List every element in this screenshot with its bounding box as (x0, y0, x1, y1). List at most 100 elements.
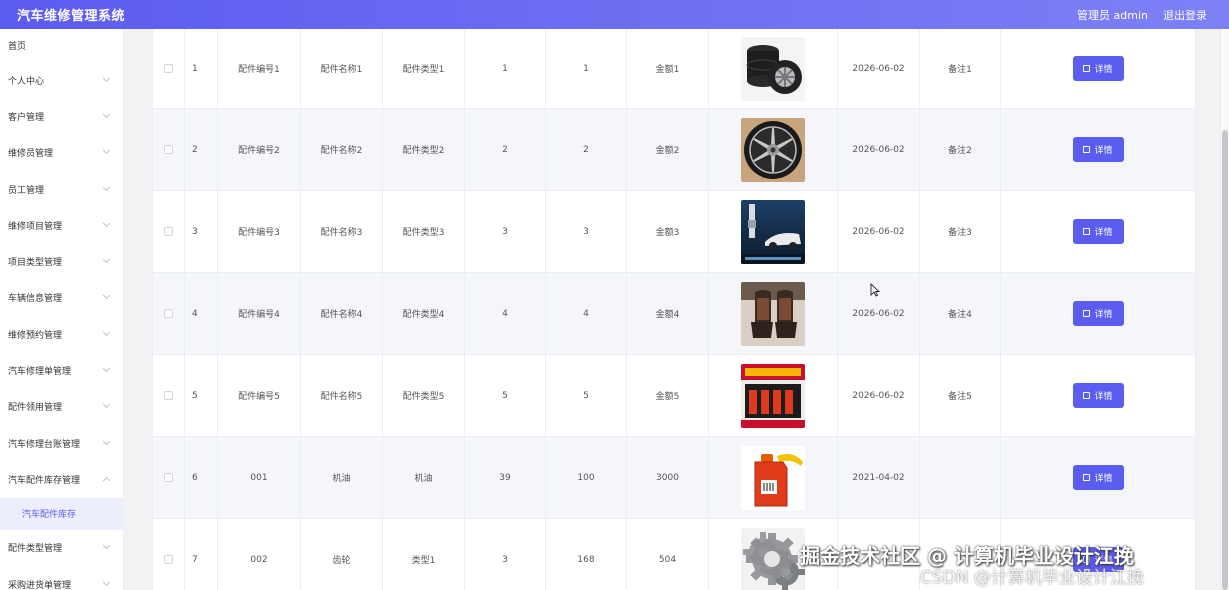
sidebar-item-customers[interactable]: 客户管理 (0, 98, 123, 134)
sidebar-item-label: 汽车修理台账管理 (8, 439, 81, 450)
cell-amount: 金额4 (627, 273, 709, 354)
cell-quantity-b: 4 (546, 273, 627, 354)
cell-image (709, 355, 838, 436)
cell-actions: 详情 (1001, 109, 1195, 190)
cell-part-code: 002 (218, 519, 301, 590)
row-checkbox-cell (153, 355, 185, 436)
cell-quantity-b: 2 (546, 109, 627, 190)
cell-image (709, 29, 838, 108)
row-checkbox[interactable] (164, 473, 173, 482)
cell-actions: 详情 (1001, 29, 1195, 108)
cell-note: 备注4 (920, 273, 1001, 354)
row-checkbox[interactable] (164, 64, 173, 73)
document-icon (1083, 228, 1091, 235)
document-icon (1083, 392, 1091, 399)
sidebar-item-mechanics[interactable]: 维修员管理 (0, 135, 123, 171)
detail-button[interactable]: 详情 (1072, 465, 1124, 490)
document-icon (1083, 146, 1091, 153)
detail-button[interactable]: 详情 (1072, 547, 1124, 572)
cell-note: 备注2 (920, 109, 1001, 190)
admin-user-label[interactable]: 管理员 admin (1077, 7, 1148, 23)
document-icon (1083, 474, 1091, 481)
cell-amount: 金额2 (627, 109, 709, 190)
sidebar-item-vehicles[interactable]: 车辆信息管理 (0, 280, 123, 316)
cell-part-type: 配件类型3 (383, 191, 465, 272)
sidebar-item-appointments[interactable]: 维修预约管理 (0, 316, 123, 352)
cell-index: 1 (185, 29, 218, 108)
cell-part-type: 配件类型2 (383, 109, 465, 190)
chevron-down-icon (102, 147, 111, 155)
table-row: 6 001 机油 机油 39 100 3000 2021-04-02 详情 (153, 437, 1195, 519)
row-checkbox[interactable] (164, 309, 173, 318)
chevron-down-icon (102, 219, 111, 227)
seat-cover-image (741, 281, 805, 346)
cell-part-type: 配件类型4 (383, 273, 465, 354)
sidebar-item-purchase-orders[interactable]: 采购进货单管理 (0, 566, 123, 590)
mouse-cursor-icon (870, 282, 881, 301)
top-header: 汽车维修管理系统 管理员 admin 退出登录 (0, 0, 1229, 29)
sidebar-item-parts-inventory[interactable]: 汽车配件库存管理 (0, 461, 123, 497)
detail-button-label: 详情 (1094, 556, 1113, 566)
detail-button[interactable]: 详情 (1072, 137, 1124, 162)
row-checkbox[interactable] (164, 555, 173, 564)
row-checkbox-cell (153, 437, 185, 518)
row-checkbox[interactable] (164, 391, 173, 400)
detail-button[interactable]: 详情 (1072, 56, 1124, 81)
cell-note (920, 437, 1001, 518)
cell-amount: 504 (627, 519, 709, 590)
sidebar-item-label: 配件类型管理 (8, 544, 63, 555)
chevron-down-icon (102, 578, 111, 586)
cell-part-name: 配件名称1 (301, 29, 383, 108)
cell-date: 2021-04-02 (838, 437, 920, 518)
cell-date: 2026-06-02 (838, 109, 920, 190)
sidebar-item-label: 汽车修理单管理 (8, 367, 72, 378)
row-checkbox[interactable] (164, 227, 173, 236)
row-checkbox[interactable] (164, 145, 173, 154)
sidebar-item-repair-projects[interactable]: 维修项目管理 (0, 207, 123, 243)
sidebar-item-home[interactable]: 首页 (0, 29, 123, 62)
detail-button[interactable]: 详情 (1072, 301, 1124, 326)
sidebar-subitem-parts-inventory[interactable]: 汽车配件库存 (0, 497, 123, 530)
cell-date: 2026-06-02 (838, 29, 920, 108)
cell-amount: 金额5 (627, 355, 709, 436)
detail-button-label: 详情 (1094, 392, 1113, 402)
ignition-coils-image (741, 363, 805, 428)
sidebar-item-label: 维修员管理 (8, 149, 54, 160)
cell-quantity-a: 39 (465, 437, 546, 518)
row-checkbox-cell (153, 29, 185, 108)
logout-link[interactable]: 退出登录 (1163, 7, 1207, 23)
cell-image (709, 109, 838, 190)
sidebar-item-staff[interactable]: 员工管理 (0, 171, 123, 207)
cell-note (920, 519, 1001, 590)
chevron-down-icon (102, 183, 111, 191)
detail-button[interactable]: 详情 (1072, 219, 1124, 244)
sidebar-item-profile[interactable]: 个人中心 (0, 62, 123, 98)
spark-plug-ad-image (741, 199, 805, 264)
sidebar-item-part-types[interactable]: 配件类型管理 (0, 530, 123, 566)
sidebar-item-repair-orders[interactable]: 汽车修理单管理 (0, 352, 123, 388)
cell-quantity-b: 3 (546, 191, 627, 272)
cell-date (838, 519, 920, 590)
detail-button[interactable]: 详情 (1072, 383, 1124, 408)
app-title: 汽车维修管理系统 (17, 9, 126, 24)
cell-index: 4 (185, 273, 218, 354)
cell-actions: 详情 (1001, 191, 1195, 272)
sidebar-item-label: 采购进货单管理 (8, 580, 72, 590)
table-row: 7 002 齿轮 类型1 3 168 504 详情 (153, 519, 1195, 590)
cell-part-name: 齿轮 (301, 519, 383, 590)
sidebar-item-repair-ledger[interactable]: 汽车修理台账管理 (0, 425, 123, 461)
sidebar-item-parts-requisition[interactable]: 配件领用管理 (0, 389, 123, 425)
sidebar-item-project-types[interactable]: 项目类型管理 (0, 243, 123, 279)
chevron-down-icon (102, 328, 111, 336)
cell-date: 2026-06-02 (838, 355, 920, 436)
cell-quantity-b: 1 (546, 29, 627, 108)
sidebar-item-label: 客户管理 (8, 112, 45, 123)
cell-index: 5 (185, 355, 218, 436)
cell-part-code: 配件编号3 (218, 191, 301, 272)
chevron-down-icon (102, 292, 111, 300)
sidebar-item-label: 维修项目管理 (8, 221, 63, 232)
cell-note: 备注5 (920, 355, 1001, 436)
scrollbar-thumb[interactable] (1222, 130, 1228, 590)
cell-part-code: 配件编号4 (218, 273, 301, 354)
table-row: 4 配件编号4 配件名称4 配件类型4 4 4 金额4 2026-06-02 备… (153, 273, 1195, 355)
